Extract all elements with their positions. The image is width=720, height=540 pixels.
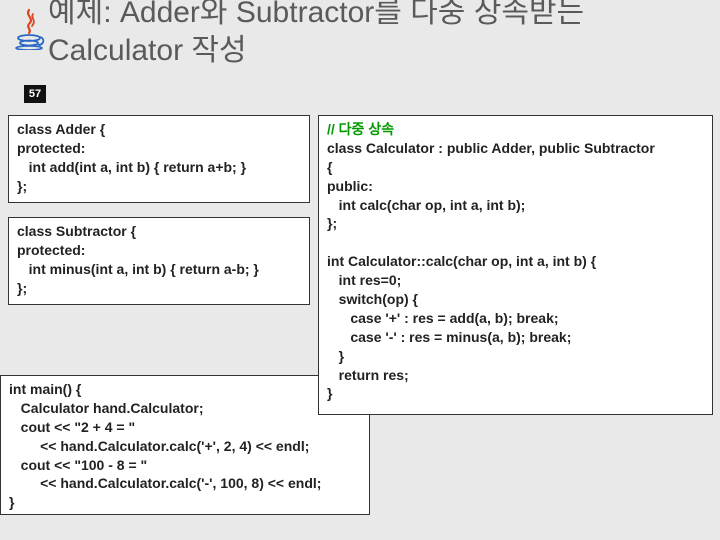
code-decl: class Calculator : public Adder, public … bbox=[327, 140, 655, 156]
code-text: int main() { Calculator hand.Calculator;… bbox=[9, 381, 321, 510]
code-adder: class Adder { protected: int add(int a, … bbox=[8, 115, 310, 203]
page-number-badge: 57 bbox=[24, 85, 46, 103]
java-logo-icon bbox=[12, 8, 46, 50]
code-subtractor: class Subtractor { protected: int minus(… bbox=[8, 217, 310, 305]
slide: 예제: Adder와 Subtractor를 다중 상속받는 Calculato… bbox=[0, 0, 720, 540]
code-text: class Adder { protected: int add(int a, … bbox=[17, 121, 246, 194]
slide-title: 예제: Adder와 Subtractor를 다중 상속받는 Calculato… bbox=[48, 0, 708, 69]
code-text: class Subtractor { protected: int minus(… bbox=[17, 223, 259, 296]
code-comment: // 다중 상속 bbox=[327, 121, 394, 137]
code-calculator: // 다중 상속 class Calculator : public Adder… bbox=[318, 115, 713, 415]
code-main: int main() { Calculator hand.Calculator;… bbox=[0, 375, 370, 515]
code-body: { public: int calc(char op, int a, int b… bbox=[327, 159, 596, 402]
